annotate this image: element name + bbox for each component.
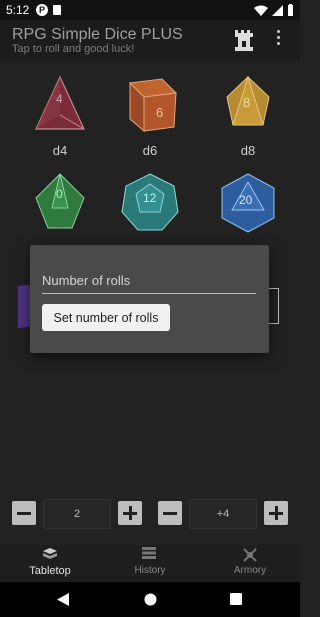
notification-p-icon: P xyxy=(36,4,48,16)
tab-label: Tabletop xyxy=(29,565,71,577)
history-icon xyxy=(142,547,156,559)
wifi-icon xyxy=(254,5,268,16)
increase-modifier-button[interactable] xyxy=(264,501,288,525)
die-custom-partial[interactable] xyxy=(268,288,279,324)
d6-face-value: 6 xyxy=(156,105,163,120)
die-d8[interactable]: 8 d8 xyxy=(208,75,288,165)
castle-icon[interactable] xyxy=(234,27,254,51)
d8-die-icon: 8 xyxy=(226,75,270,126)
roll-count-field[interactable]: 2 xyxy=(43,499,111,529)
back-icon[interactable] xyxy=(57,593,69,606)
app-subtitle: Tap to roll and good luck! xyxy=(12,43,135,55)
decrease-modifier-button[interactable] xyxy=(158,501,182,525)
increase-count-button[interactable] xyxy=(118,501,142,525)
number-of-rolls-dialog: Set number of rolls xyxy=(30,245,269,353)
die-label: d4 xyxy=(52,143,68,158)
signal-icon xyxy=(272,4,283,16)
d12-face-value: 12 xyxy=(143,191,157,205)
sd-card-icon xyxy=(53,5,61,15)
die-d6[interactable]: 6 d6 xyxy=(110,75,190,165)
number-of-rolls-input[interactable] xyxy=(42,267,256,294)
home-icon[interactable] xyxy=(144,593,157,606)
d6-die-icon: 6 xyxy=(128,78,178,133)
d4-die-icon: 4 xyxy=(35,75,85,130)
decrease-count-button[interactable] xyxy=(12,501,36,525)
d20-die-icon: 20 xyxy=(221,173,275,233)
app-bar: RPG Simple Dice PLUS Tap to roll and goo… xyxy=(0,20,300,60)
d10-face-value: 0 xyxy=(56,187,63,201)
battery-icon xyxy=(288,4,293,16)
overflow-menu-icon[interactable] xyxy=(276,30,282,48)
tab-label: History xyxy=(134,565,166,576)
recents-icon[interactable] xyxy=(230,593,242,605)
tab-tabletop[interactable]: Tabletop xyxy=(0,545,100,582)
tab-history[interactable]: History xyxy=(100,545,200,582)
d8-face-value: 8 xyxy=(243,95,250,110)
app-title: RPG Simple Dice PLUS xyxy=(12,26,183,43)
tab-label: Armory xyxy=(233,565,267,576)
d4-face-value: 4 xyxy=(56,92,63,106)
tabletop-icon xyxy=(43,548,57,559)
status-time: 5:12 xyxy=(6,3,30,17)
bottom-navigation: Tabletop History Armory xyxy=(0,545,300,582)
armory-icon xyxy=(243,548,257,562)
d10-die-icon: 0 xyxy=(35,173,85,229)
die-d4[interactable]: 4 d4 xyxy=(20,75,100,165)
modifier-field[interactable]: +4 xyxy=(189,499,257,529)
die-label: d6 xyxy=(142,143,158,158)
system-navigation-bar xyxy=(0,582,300,617)
d12-die-icon: 12 xyxy=(121,173,179,231)
tab-armory[interactable]: Armory xyxy=(200,545,300,582)
d20-face-value: 20 xyxy=(239,193,253,207)
status-bar: 5:12 P xyxy=(0,0,300,20)
die-label: d8 xyxy=(240,143,256,158)
set-number-of-rolls-button[interactable]: Set number of rolls xyxy=(42,304,170,331)
